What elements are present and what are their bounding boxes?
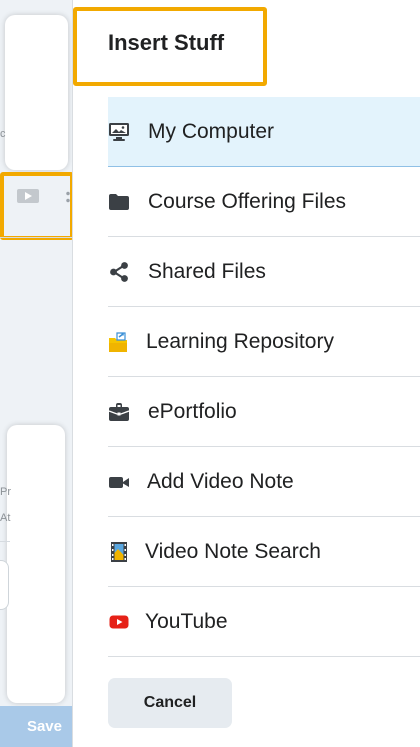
background-text-fragment: At [0,512,11,524]
video-camera-icon [108,471,130,493]
insert-stuff-play-icon[interactable] [16,188,40,204]
background-card-top [5,15,68,170]
menu-item-label: Video Note Search [145,539,321,563]
youtube-icon [108,611,130,633]
menu-item-my-computer[interactable]: My Computer [108,97,420,167]
menu-item-label: YouTube [145,609,228,633]
menu-item-eportfolio[interactable]: ePortfolio [108,377,420,447]
insert-source-list: My Computer Course Offering Files Shared… [108,97,420,657]
folder-icon [108,191,130,213]
highlight-box [0,172,74,240]
dialog-title: Insert Stuff [108,30,225,55]
film-icon [108,541,130,563]
menu-item-label: Shared Files [148,259,266,283]
menu-item-add-video-note[interactable]: Add Video Note [108,447,420,517]
menu-item-label: Course Offering Files [148,189,347,213]
menu-item-learning-repository[interactable]: Learning Repository [108,307,420,377]
menu-item-label: My Computer [148,119,275,143]
menu-item-course-offering-files[interactable]: Course Offering Files [108,167,420,237]
insert-stuff-dialog: Insert Stuff My Computer Course Offering… [72,0,420,747]
menu-item-shared-files[interactable]: Shared Files [108,237,420,307]
background-text-fragment: c [0,128,6,140]
background-text-fragment: Pr [0,486,11,498]
cancel-button[interactable]: Cancel [108,678,232,728]
computer-icon [108,121,130,143]
menu-item-youtube[interactable]: YouTube [108,587,420,657]
briefcase-icon [108,401,130,423]
repository-icon [108,331,130,353]
divider [0,237,72,238]
menu-item-label: Learning Repository [146,329,334,353]
more-dots-icon [65,190,71,204]
background-field-fragment [0,560,9,610]
share-icon [108,261,130,283]
background-page: c Pr At Save [0,0,74,747]
menu-item-video-note-search[interactable]: Video Note Search [108,517,420,587]
save-button[interactable]: Save [0,706,72,747]
menu-item-label: ePortfolio [148,399,237,423]
menu-item-label: Add Video Note [147,469,294,493]
divider [0,541,10,542]
background-card-bottom [7,425,65,703]
